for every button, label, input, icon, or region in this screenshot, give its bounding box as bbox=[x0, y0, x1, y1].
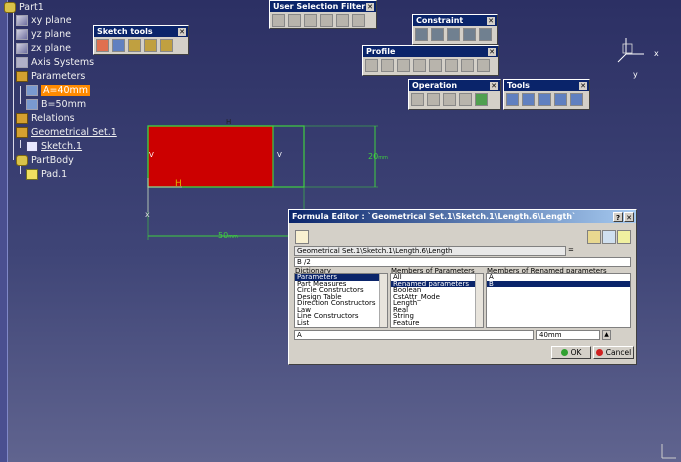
ok-button[interactable]: OK bbox=[551, 346, 591, 359]
selected-value-field[interactable]: 40mm bbox=[536, 330, 600, 340]
width-dimension-value[interactable]: 50mm bbox=[218, 231, 238, 240]
scrollbar[interactable] bbox=[475, 274, 483, 327]
list-item[interactable]: List bbox=[295, 319, 387, 327]
svg-text:H: H bbox=[226, 118, 231, 126]
ok-icon bbox=[560, 349, 568, 356]
fx-wizard-icon[interactable] bbox=[602, 230, 616, 244]
scrollbar[interactable] bbox=[379, 274, 387, 327]
list-item[interactable]: B bbox=[487, 280, 630, 287]
corner-axis-icon bbox=[661, 444, 676, 459]
erase-formula-icon[interactable] bbox=[587, 230, 601, 244]
svg-text:V: V bbox=[149, 151, 154, 159]
height-dimension-value[interactable]: 20mm bbox=[368, 152, 388, 161]
parameter-path-field[interactable]: Geometrical Set.1\Sketch.1\Length.6\Leng… bbox=[294, 246, 566, 256]
edit-icon[interactable] bbox=[617, 230, 631, 244]
formula-input[interactable]: B /2 bbox=[294, 257, 631, 267]
dialog-title: Formula Editor : `Geometrical Set.1\Sket… bbox=[292, 212, 577, 221]
constraint-mark-h: H bbox=[175, 179, 182, 189]
formula-icon[interactable] bbox=[295, 230, 309, 244]
close-icon[interactable]: ✕ bbox=[624, 211, 634, 222]
cancel-icon bbox=[595, 349, 603, 356]
help-icon[interactable]: ? bbox=[613, 211, 623, 222]
dictionary-list[interactable]: Parameters Part Measures Circle Construc… bbox=[294, 273, 388, 328]
value-spinner[interactable]: ▲ bbox=[602, 330, 611, 340]
equals-label: = bbox=[568, 246, 574, 254]
origin-x-label: x bbox=[145, 210, 150, 219]
list-item[interactable]: Feature bbox=[391, 319, 483, 327]
svg-text:V: V bbox=[277, 151, 282, 159]
triad-y-label: y bbox=[633, 70, 638, 79]
triad-x-label: x bbox=[654, 49, 659, 58]
members-list[interactable]: All Renamed parameters Boolean CstAttr_M… bbox=[390, 273, 484, 328]
renamed-list[interactable]: A B bbox=[486, 273, 631, 328]
sketch-profile-fill bbox=[147, 125, 274, 188]
formula-editor-dialog: Formula Editor : `Geometrical Set.1\Sket… bbox=[288, 209, 637, 365]
selected-param-field[interactable]: A bbox=[294, 330, 534, 340]
cancel-button[interactable]: Cancel bbox=[593, 346, 634, 359]
dialog-title-bar: Formula Editor : `Geometrical Set.1\Sket… bbox=[289, 210, 636, 223]
